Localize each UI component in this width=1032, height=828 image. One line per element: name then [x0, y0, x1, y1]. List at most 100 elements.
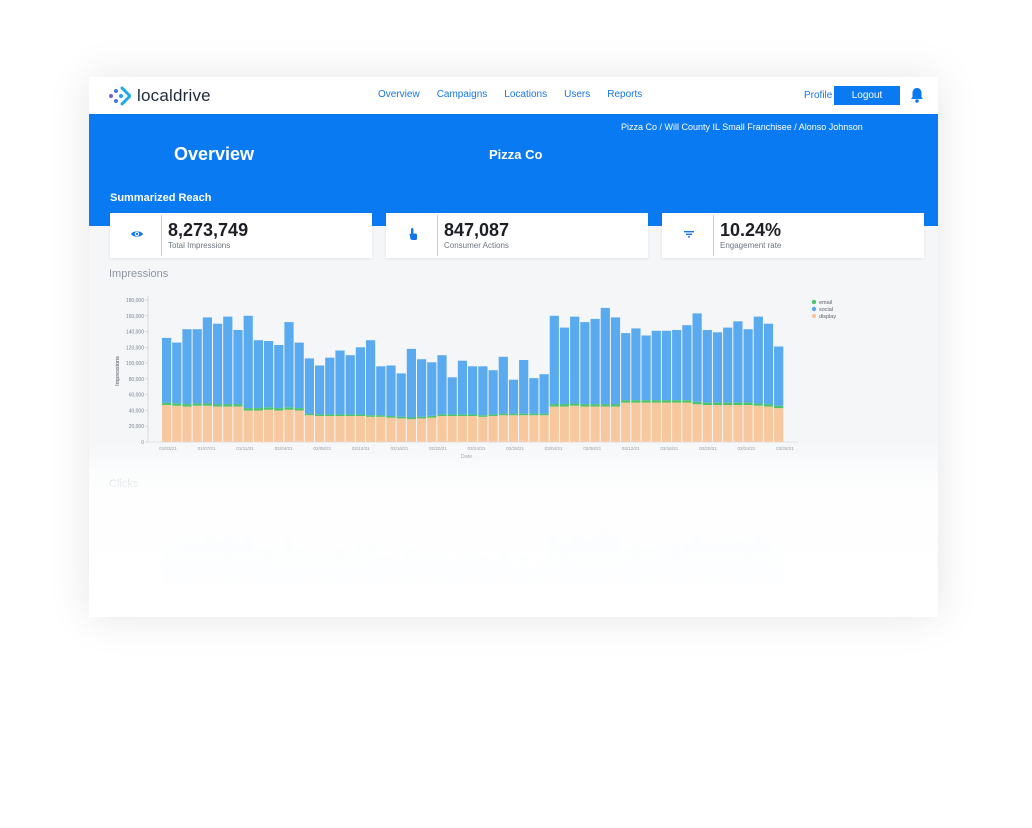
bar-social — [243, 315, 253, 409]
clicks-bar — [264, 548, 273, 585]
bar-social — [253, 340, 263, 408]
bar-social — [427, 362, 437, 416]
bar-social — [264, 341, 274, 408]
bar-email — [213, 404, 223, 407]
logo[interactable]: localdrive — [109, 85, 211, 107]
bar-email — [315, 414, 325, 416]
clicks-bar — [600, 531, 610, 585]
stat-label: Consumer Actions — [444, 241, 509, 250]
bar-display — [610, 406, 621, 442]
nav-users[interactable]: Users — [564, 89, 590, 100]
legend-label-social: social — [819, 307, 833, 313]
bar-display — [213, 406, 223, 442]
bar-email — [702, 402, 712, 405]
logout-button[interactable]: Logout — [834, 86, 900, 105]
bar-social — [335, 350, 345, 415]
bar-display — [570, 405, 580, 442]
clicks-bar — [661, 546, 671, 585]
bar-social — [529, 378, 539, 414]
y-tick-label: 120,000 — [126, 345, 144, 351]
bar-email — [692, 401, 702, 405]
bar-display — [723, 404, 733, 442]
clicks-bar — [559, 542, 569, 585]
clicks-bar — [478, 557, 488, 585]
bar-display — [457, 416, 467, 442]
stat-label: Engagement rate — [720, 241, 782, 250]
bar-social — [498, 356, 508, 414]
bar-display — [539, 415, 549, 442]
bar-email — [335, 414, 345, 416]
stat-value: 8,273,749 — [168, 220, 249, 240]
bar-social — [162, 337, 172, 403]
bar-social — [345, 355, 355, 415]
clicks-bar — [182, 543, 192, 585]
bar-social — [447, 377, 457, 415]
clicks-bar — [437, 552, 447, 585]
nav-overview[interactable]: Overview — [378, 89, 420, 100]
bar-social — [386, 365, 396, 416]
bar-email — [437, 414, 447, 416]
stage: localdrive Overview Campaigns Locations … — [0, 0, 1032, 828]
filter-icon — [684, 231, 694, 238]
bar-email — [192, 403, 202, 406]
bar-display — [488, 416, 498, 442]
bar-email — [406, 417, 416, 420]
x-tick-label: 02/12/21 — [352, 446, 370, 451]
bar-email — [753, 403, 763, 406]
clicks-chart-title: Clicks — [109, 478, 139, 490]
bar-email — [325, 414, 335, 416]
bar-display — [417, 418, 427, 442]
bar-display — [702, 404, 712, 442]
bar-email — [386, 416, 396, 418]
bar-display — [641, 402, 651, 442]
page-title: Overview — [174, 144, 255, 164]
bar-social — [692, 313, 702, 402]
bar-social — [366, 340, 376, 416]
clicks-bar — [417, 552, 426, 585]
bar-display — [202, 405, 212, 442]
bar-display — [162, 404, 172, 442]
breadcrumb: Pizza Co / Will County IL Small Franchis… — [621, 122, 863, 132]
bar-social — [376, 366, 386, 416]
bar-social — [610, 317, 621, 405]
bar-email — [162, 402, 172, 405]
bar-social — [284, 322, 294, 408]
clicks-bar — [447, 564, 457, 585]
clicks-bar — [580, 539, 590, 585]
summarized-reach-heading: Summarized Reach — [110, 192, 212, 204]
bar-display — [712, 404, 723, 442]
bar-display — [621, 402, 631, 442]
x-tick-label: 03/04/21 — [545, 446, 563, 451]
y-tick-label: 140,000 — [126, 330, 144, 336]
bar-email — [580, 404, 590, 407]
clicks-bar — [335, 549, 345, 585]
clicks-bar — [743, 544, 753, 585]
bell-icon[interactable] — [910, 87, 924, 103]
clicks-bar — [213, 540, 222, 585]
stat-value: 10.24% — [720, 220, 782, 240]
bar-email — [396, 416, 406, 419]
bar-email — [631, 400, 641, 403]
bar-display — [315, 416, 325, 442]
nav-campaigns[interactable]: Campaigns — [437, 89, 488, 100]
bar-display — [192, 405, 202, 442]
bar-social — [621, 333, 631, 401]
clicks-bar — [519, 555, 528, 585]
bar-email — [774, 405, 784, 409]
stat-value: 847,087 — [444, 220, 510, 240]
bar-email — [559, 404, 570, 407]
legend-label-email: email — [819, 300, 832, 306]
card-divider — [713, 215, 714, 256]
profile-link[interactable]: Profile — [804, 90, 832, 101]
bar-display — [284, 409, 294, 442]
bar-email — [763, 404, 774, 407]
nav-reports[interactable]: Reports — [607, 89, 642, 100]
y-tick-label: 180,000 — [126, 298, 144, 304]
legend-label-display: display — [819, 314, 836, 320]
legend-swatch-display — [811, 313, 817, 319]
bar-email — [498, 413, 508, 416]
clicks-bar — [672, 545, 681, 585]
nav-locations[interactable]: Locations — [504, 89, 547, 100]
bar-display — [763, 406, 774, 442]
bar-email — [172, 403, 182, 406]
